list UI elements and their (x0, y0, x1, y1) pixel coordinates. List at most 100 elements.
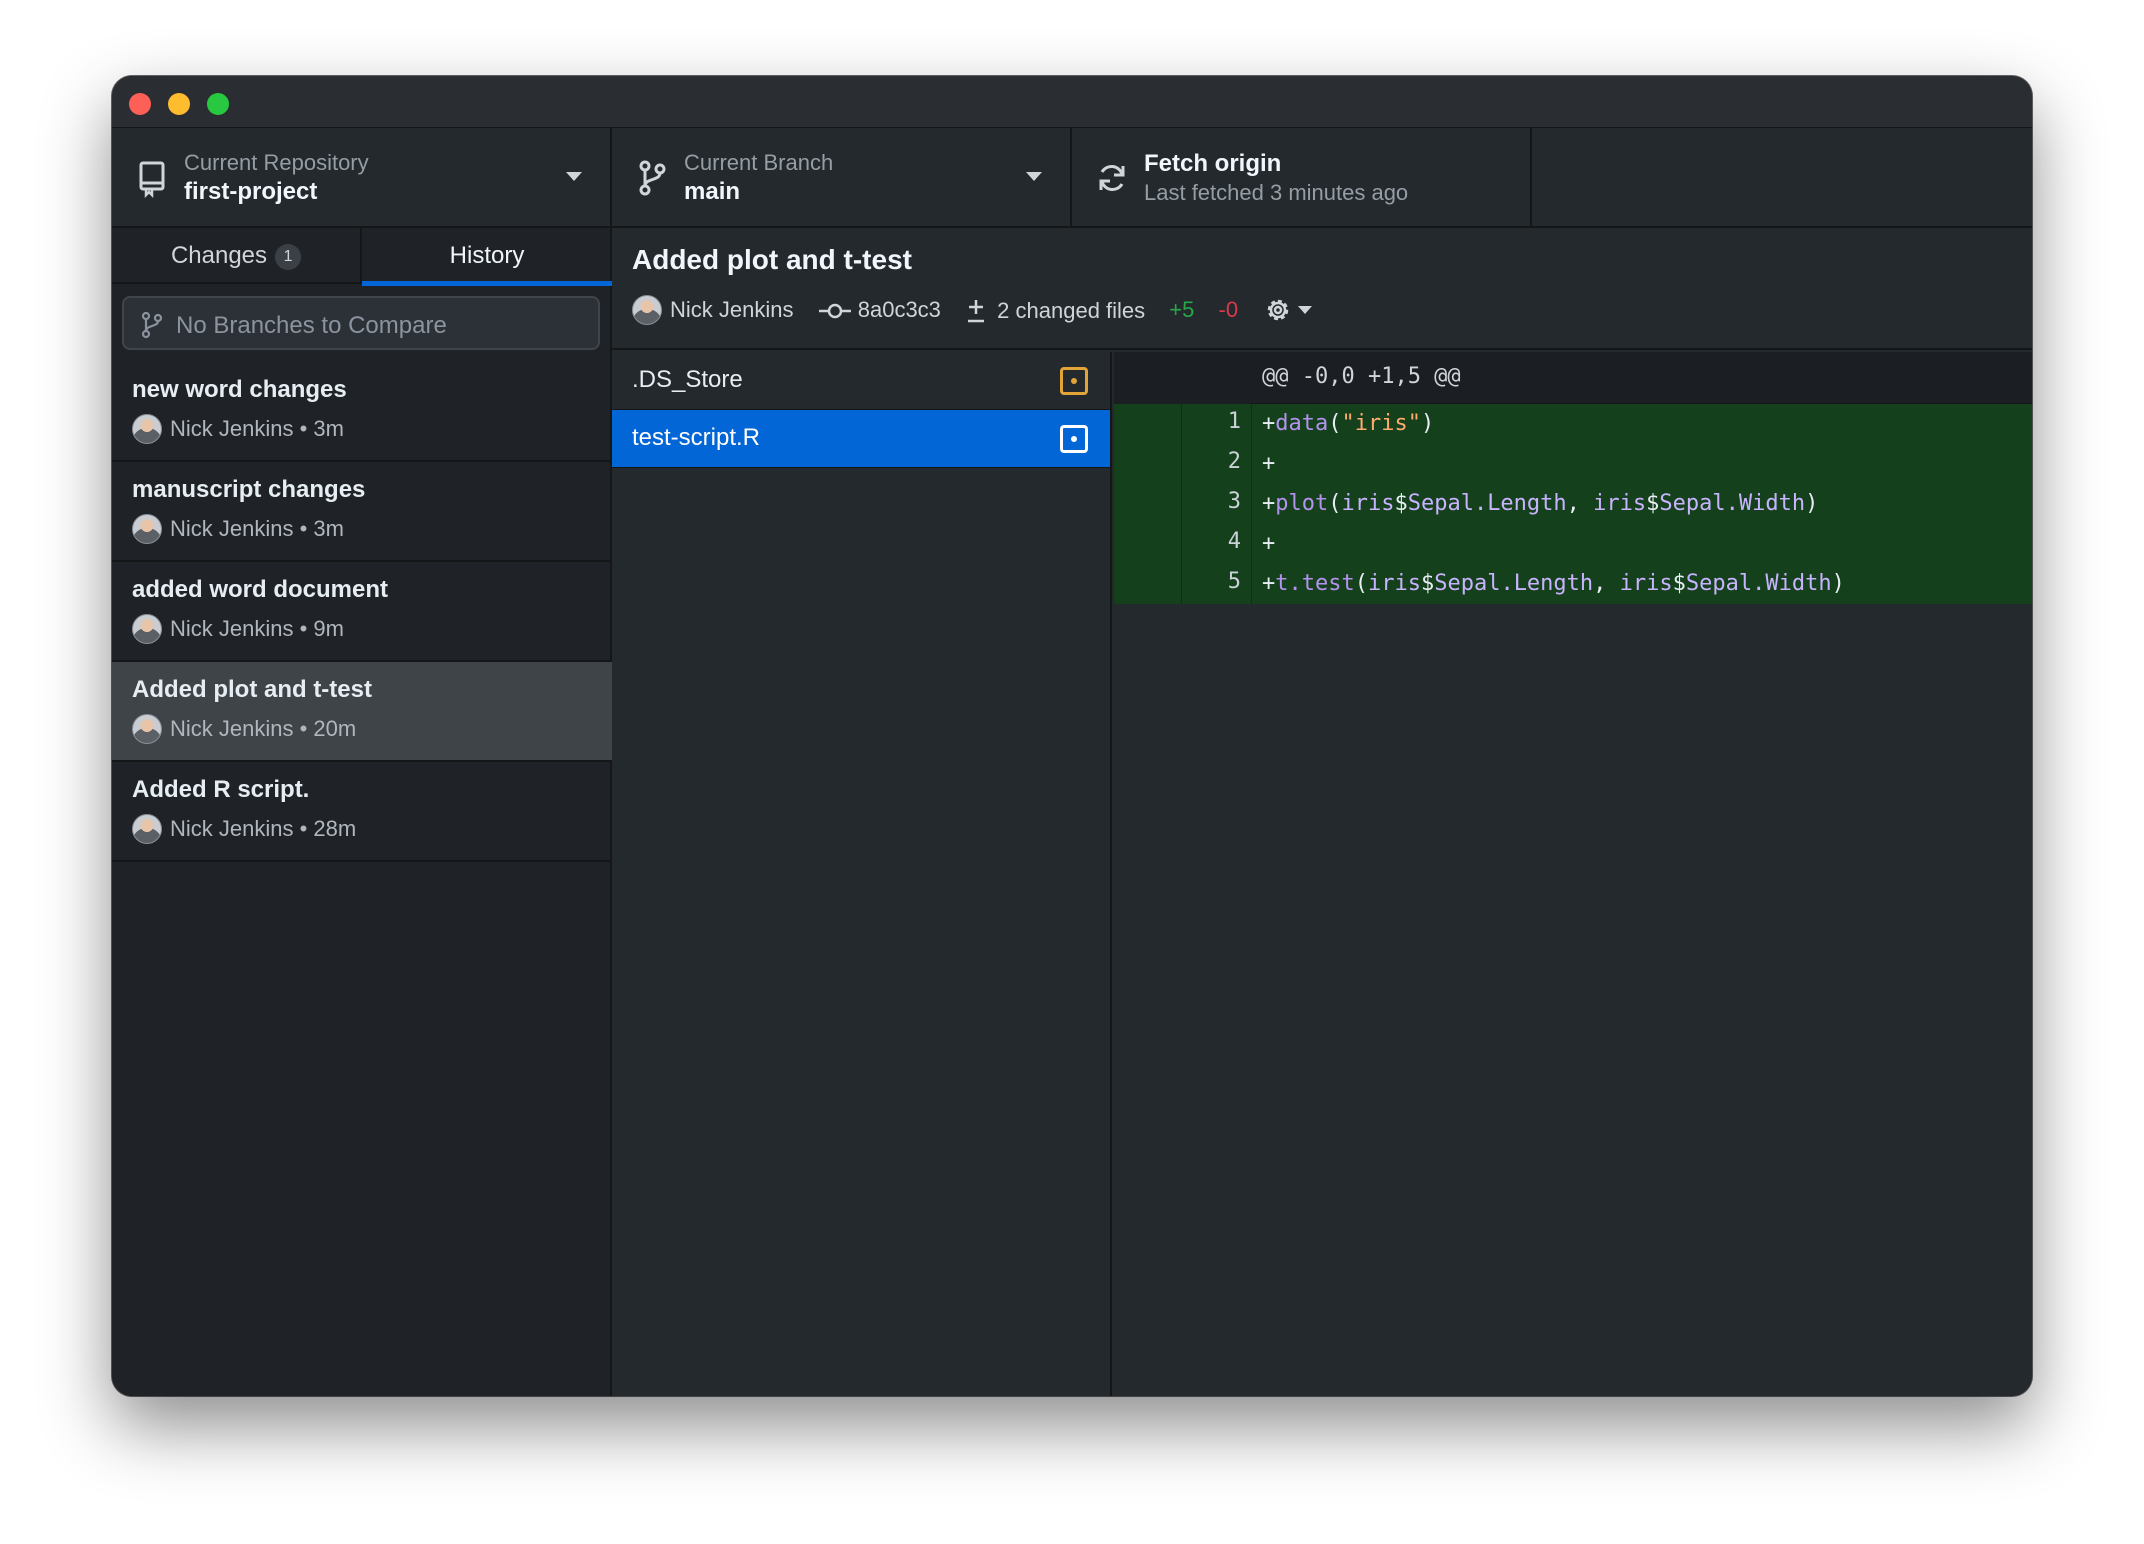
commit-meta: Nick Jenkins • 20m (132, 714, 356, 748)
changed-files-text: 2 changed files (997, 297, 1146, 323)
toolbar: Current Repository first-project Current… (112, 128, 2032, 228)
new-line-number: 3 (1182, 484, 1252, 524)
hunk-gutter (1114, 352, 1252, 404)
file-item[interactable]: test-script.R (612, 410, 1110, 468)
list-item[interactable]: Added plot and t-test Nick Jenkins • 20m (112, 662, 612, 762)
code-token: t.test (1275, 571, 1355, 596)
diff-line[interactable]: 5 +t.test(iris$Sepal.Length, iris$Sepal.… (1114, 564, 2032, 604)
title-bar (112, 76, 2032, 128)
file-item[interactable]: .DS_Store (612, 352, 1110, 410)
diff-line[interactable]: 3 +plot(iris$Sepal.Length, iris$Sepal.Wi… (1114, 484, 2032, 524)
commit-author-time: Nick Jenkins • 9m (170, 616, 344, 641)
code-token: Sepal.Width (1659, 491, 1806, 516)
commit-sha[interactable]: 8a0c3c3 (818, 296, 941, 323)
new-line-number: 2 (1182, 444, 1252, 484)
code-token: "iris" (1341, 411, 1421, 436)
changed-file-list: .DS_Store test-script.R (612, 352, 1112, 1396)
code-token: ( (1328, 411, 1342, 436)
diff-line[interactable]: 4 + (1114, 524, 2032, 564)
old-line-number (1114, 484, 1182, 524)
commit-details: Nick Jenkins 8a0c3c3 2 changed files +5 … (632, 294, 1313, 330)
commit-list: new word changes Nick Jenkins • 3m manus… (112, 362, 612, 862)
commit-author-time: Nick Jenkins • 28m (170, 816, 357, 841)
file-name: test-script.R (632, 424, 761, 451)
commit-meta: Nick Jenkins • 3m (132, 514, 344, 548)
diff-prefix: + (1262, 571, 1276, 596)
current-repository-name: first-project (184, 178, 318, 205)
commit-meta: Nick Jenkins • 9m (132, 614, 344, 648)
compare-branch-input[interactable]: No Branches to Compare (122, 296, 600, 350)
sync-icon (1099, 165, 1125, 191)
commit-meta: Nick Jenkins • 28m (132, 814, 356, 848)
current-branch-label: Current Branch (684, 150, 834, 175)
chevron-down-icon (1298, 306, 1313, 314)
diff-prefix: + (1262, 531, 1276, 556)
commit-author-time: Nick Jenkins • 3m (170, 416, 344, 441)
code-token: $ (1672, 571, 1686, 596)
old-line-number (1114, 404, 1182, 444)
code-token: plot (1275, 491, 1329, 516)
code-text: + (1262, 524, 1275, 564)
avatar (132, 414, 162, 444)
hunk-header[interactable]: @@ -0,0 +1,5 @@ (1114, 352, 2032, 404)
code-token: Sepal.Length (1434, 571, 1594, 596)
minimize-window-button[interactable] (168, 93, 190, 115)
fetch-origin-label: Fetch origin (1144, 150, 1282, 177)
current-repository-button[interactable]: Current Repository first-project (112, 128, 612, 228)
commit-icon (818, 303, 851, 318)
modified-icon (1060, 367, 1088, 395)
avatar (132, 814, 162, 844)
tab-changes-label: Changes (170, 242, 268, 269)
list-item[interactable]: manuscript changes Nick Jenkins • 3m (112, 462, 612, 562)
code-token: $ (1646, 491, 1660, 516)
additions-count: +5 (1169, 297, 1195, 322)
diff-line[interactable]: 2 + (1114, 444, 2032, 484)
code-token: iris (1619, 571, 1673, 596)
diff-prefix: + (1262, 411, 1276, 436)
hunk-header-text: @@ -0,0 +1,5 @@ (1262, 364, 1461, 389)
diff-icon (968, 299, 985, 322)
chevron-down-icon (1026, 172, 1042, 181)
maximize-window-button[interactable] (207, 93, 229, 115)
old-line-number (1114, 524, 1182, 564)
avatar (132, 714, 162, 744)
diff-settings-button[interactable] (1262, 294, 1313, 326)
code-token: Sepal.Length (1407, 491, 1567, 516)
commit-sha-text: 8a0c3c3 (857, 297, 941, 323)
code-token: Sepal.Width (1685, 571, 1832, 596)
current-branch-button[interactable]: Current Branch main (612, 128, 1072, 228)
fetch-origin-button[interactable]: Fetch origin Last fetched 3 minutes ago (1072, 128, 1532, 228)
avatar (132, 514, 162, 544)
commit-author-time: Nick Jenkins • 20m (170, 716, 357, 741)
compare-branch-placeholder: No Branches to Compare (176, 312, 447, 339)
list-item[interactable]: new word changes Nick Jenkins • 3m (112, 362, 612, 462)
commit-detail-pane: Added plot and t-test Nick Jenkins 8a0c3… (612, 228, 2032, 1396)
list-item[interactable]: added word document Nick Jenkins • 9m (112, 562, 612, 662)
sidebar-tabs: Changes 1 History (112, 228, 612, 286)
new-line-number: 4 (1182, 524, 1252, 564)
diff-prefix: + (1262, 451, 1276, 476)
commit-title: Added plot and t-test (132, 676, 372, 703)
commit-title: added word document (132, 576, 389, 603)
list-item[interactable]: Added R script. Nick Jenkins • 28m (112, 762, 612, 862)
tab-changes[interactable]: Changes 1 (112, 228, 362, 284)
diff-line[interactable]: 1 +data("iris") (1114, 404, 2032, 444)
code-token: $ (1394, 491, 1408, 516)
gear-icon (1267, 299, 1289, 321)
commit-meta: Nick Jenkins • 3m (132, 414, 344, 448)
code-text: +data("iris") (1262, 404, 1434, 444)
sidebar: Changes 1 History No Branches to Compare … (112, 228, 612, 1396)
branch-icon (639, 160, 666, 196)
branch-icon (141, 311, 163, 339)
commit-title: new word changes (132, 376, 347, 403)
code-token: data (1275, 411, 1329, 436)
repository-icon (139, 161, 165, 198)
tab-history[interactable]: History (362, 228, 612, 286)
close-window-button[interactable] (129, 93, 151, 115)
avatar (632, 295, 662, 325)
old-line-number (1114, 444, 1182, 484)
commit-author-time: Nick Jenkins • 3m (170, 516, 344, 541)
commit-author: Nick Jenkins (632, 295, 793, 325)
chevron-down-icon (566, 172, 582, 181)
code-token: iris (1341, 491, 1395, 516)
